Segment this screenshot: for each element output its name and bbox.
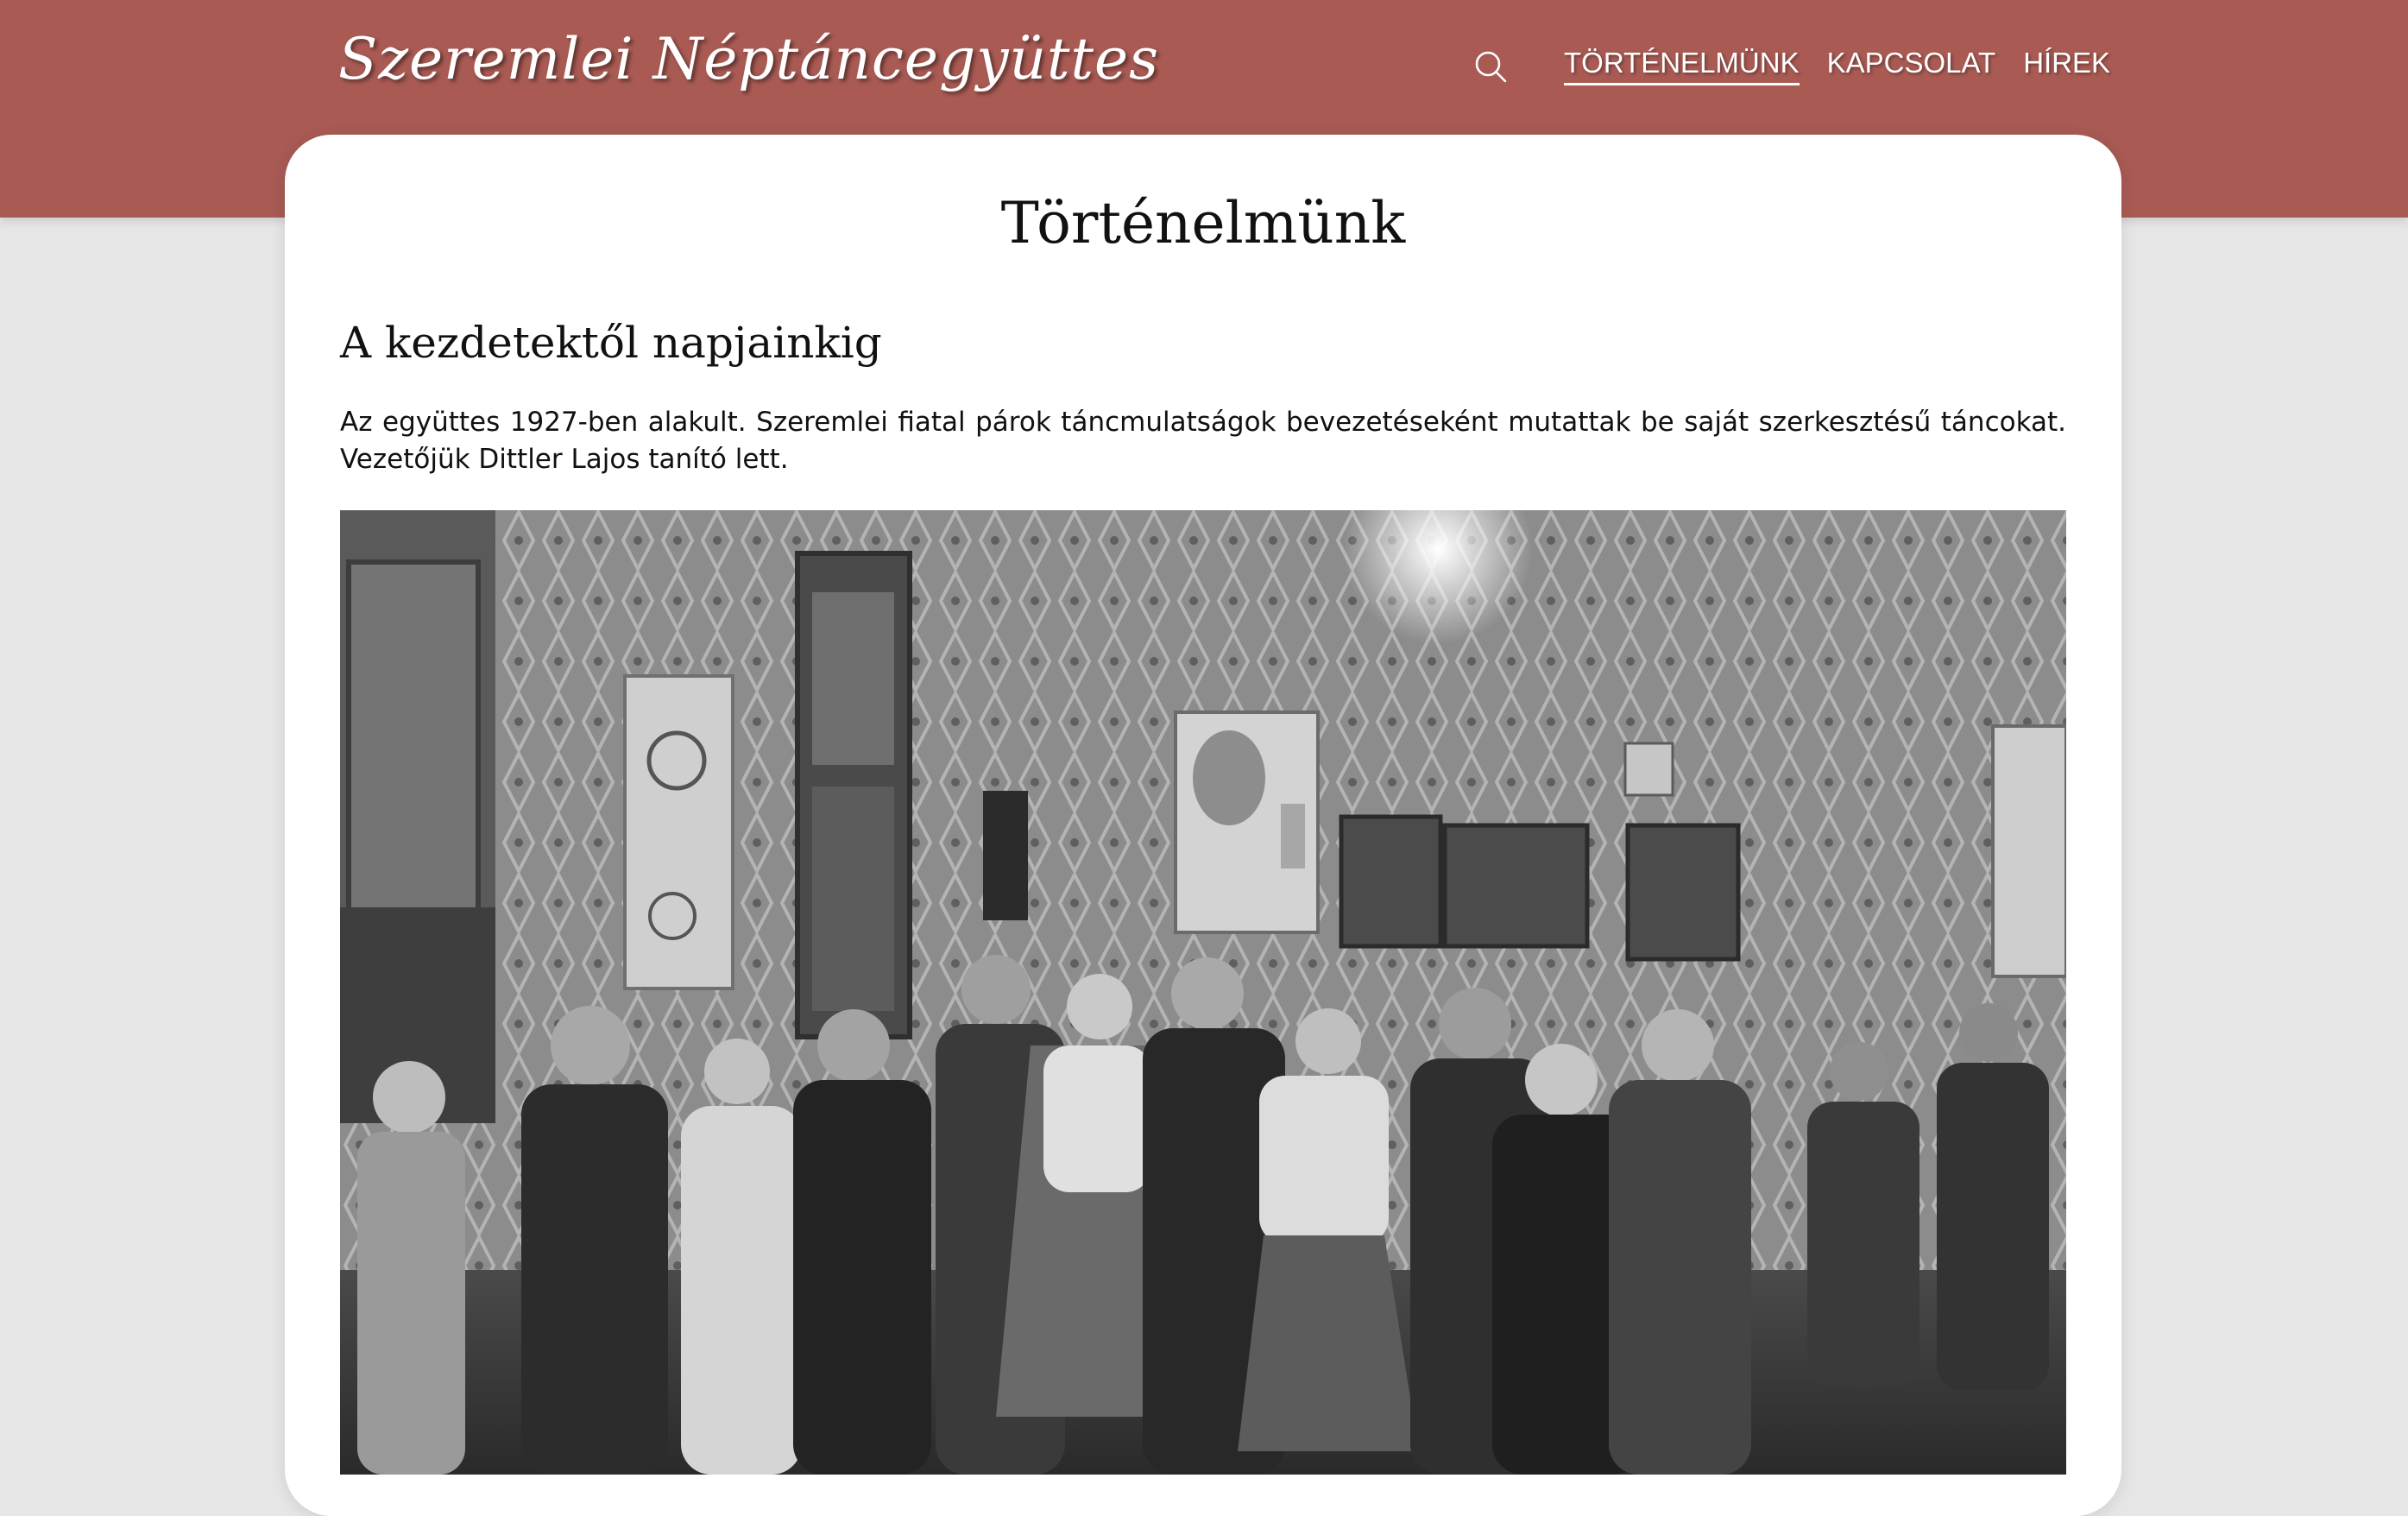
main-nav: TÖRTÉNELMÜNK KAPCSOLAT HÍREK: [1564, 47, 2110, 85]
historical-photo: [340, 510, 2066, 1475]
nav-hirek[interactable]: HÍREK: [2023, 47, 2110, 85]
section-title: A kezdetektől napjainkig: [340, 318, 882, 368]
search-icon: [1475, 51, 1507, 83]
search-button[interactable]: [1472, 48, 1510, 86]
site-logo[interactable]: Szeremlei Néptáncegyüttes: [338, 26, 1159, 92]
nav-kapcsolat[interactable]: KAPCSOLAT: [1827, 47, 1996, 85]
nav-tortenelmunk[interactable]: TÖRTÉNELMÜNK: [1564, 47, 1800, 85]
intro-paragraph: Az együttes 1927-ben alakult. Szeremlei …: [340, 407, 2066, 475]
page-title: Történelmünk: [1000, 190, 1406, 256]
historical-photo-image: [340, 510, 2066, 1475]
content-card: Történelmünk A kezdetektől napjainkig Az…: [285, 135, 2121, 1516]
